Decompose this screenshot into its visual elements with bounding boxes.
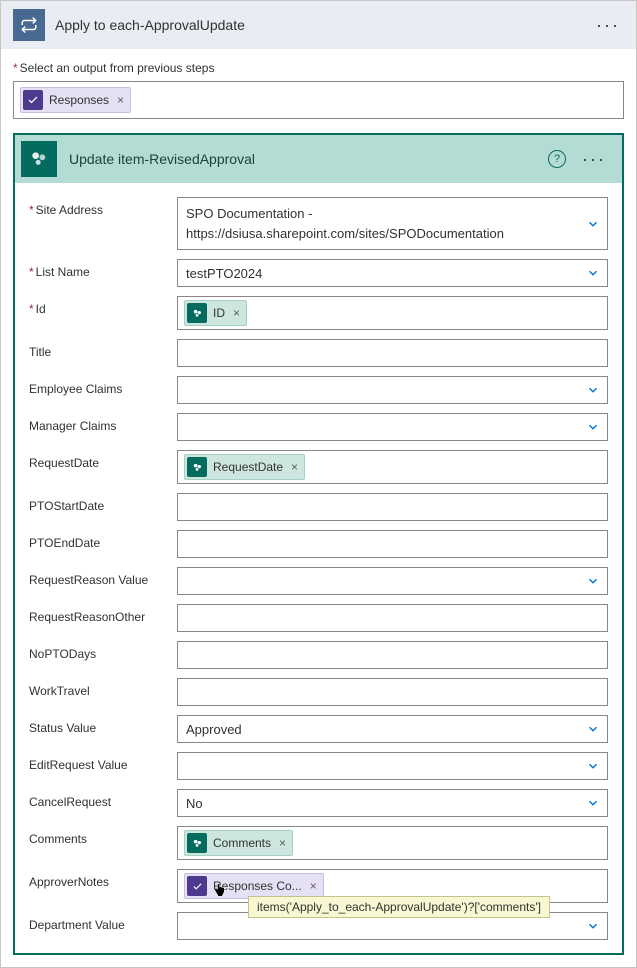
pto-start-date-row: PTOStartDate — [29, 493, 608, 521]
inner-action-body: *Site Address SPO Documentation - https:… — [15, 183, 622, 953]
outer-action-body: *Select an output from previous steps Re… — [1, 49, 636, 967]
expression-tooltip: items('Apply_to_each-ApprovalUpdate')?['… — [248, 896, 550, 918]
sharepoint-token-icon — [187, 833, 207, 853]
request-reason-value-input[interactable] — [177, 567, 608, 595]
required-star-icon: * — [13, 61, 18, 75]
field-label: Department Value — [29, 912, 169, 932]
inner-more-menu-button[interactable]: ··· — [578, 149, 610, 170]
employee-claims-row: Employee Claims — [29, 376, 608, 404]
edit-request-value-input[interactable] — [177, 752, 608, 780]
request-date-row: RequestDate RequestDate × — [29, 450, 608, 484]
comments-row: Comments Comments × — [29, 826, 608, 860]
inner-action-header[interactable]: Update item-RevisedApproval ? ··· — [15, 135, 622, 183]
cursor-pointer-icon — [210, 882, 228, 900]
cancel-request-input[interactable]: No — [177, 789, 608, 817]
status-value-row: Status Value Approved — [29, 715, 608, 743]
help-icon[interactable]: ? — [548, 150, 566, 168]
no-pto-days-row: NoPTODays — [29, 641, 608, 669]
remove-token-button[interactable]: × — [308, 879, 319, 893]
token-label: RequestDate — [213, 460, 283, 474]
select-output-text: Select an output from previous steps — [20, 61, 215, 75]
field-label: Comments — [29, 826, 169, 846]
field-label: ApproverNotes — [29, 869, 169, 889]
pto-end-date-input[interactable] — [177, 530, 608, 558]
cancel-request-row: CancelRequest No — [29, 789, 608, 817]
request-reason-other-input[interactable] — [177, 604, 608, 632]
work-travel-input[interactable] — [177, 678, 608, 706]
remove-token-button[interactable]: × — [289, 460, 300, 474]
request-reason-other-row: RequestReasonOther — [29, 604, 608, 632]
sharepoint-token-icon — [187, 457, 207, 477]
request-date-input[interactable]: RequestDate × — [177, 450, 608, 484]
field-label: NoPTODays — [29, 641, 169, 661]
apply-to-each-action: Apply to each-ApprovalUpdate ··· *Select… — [0, 0, 637, 968]
approver-notes-row: ApproverNotes Responses Co... × — [29, 869, 608, 903]
token-label: Comments — [213, 836, 271, 850]
token-label: Responses — [49, 93, 109, 107]
title-row: Title — [29, 339, 608, 367]
title-input[interactable] — [177, 339, 608, 367]
outer-action-header[interactable]: Apply to each-ApprovalUpdate ··· — [1, 1, 636, 49]
id-input[interactable]: ID × — [177, 296, 608, 330]
request-date-token[interactable]: RequestDate × — [184, 454, 305, 480]
id-row: *Id ID × — [29, 296, 608, 330]
update-item-action: Update item-RevisedApproval ? ··· *Site … — [13, 133, 624, 955]
field-label: Status Value — [29, 715, 169, 735]
sharepoint-token-icon — [187, 303, 207, 323]
field-label: CancelRequest — [29, 789, 169, 809]
field-label: Employee Claims — [29, 376, 169, 396]
field-label: PTOStartDate — [29, 493, 169, 513]
comments-token[interactable]: Comments × — [184, 830, 293, 856]
id-token[interactable]: ID × — [184, 300, 247, 326]
site-address-line1: SPO Documentation - — [186, 204, 504, 224]
field-label: *Site Address — [29, 197, 169, 217]
manager-claims-row: Manager Claims — [29, 413, 608, 441]
remove-token-button[interactable]: × — [115, 93, 126, 107]
site-address-row: *Site Address SPO Documentation - https:… — [29, 197, 608, 250]
list-name-row: *List Name testPTO2024 — [29, 259, 608, 287]
responses-token[interactable]: Responses × — [20, 87, 131, 113]
approval-icon — [23, 90, 43, 110]
remove-token-button[interactable]: × — [277, 836, 288, 850]
loop-icon — [13, 9, 45, 41]
more-menu-button[interactable]: ··· — [592, 15, 624, 36]
select-output-label: *Select an output from previous steps — [13, 61, 624, 75]
site-address-line2: https://dsiusa.sharepoint.com/sites/SPOD… — [186, 224, 504, 244]
status-value-input[interactable]: Approved — [177, 715, 608, 743]
pto-start-date-input[interactable] — [177, 493, 608, 521]
approver-notes-input[interactable]: Responses Co... × items('Apply_to_each-A… — [177, 869, 608, 903]
field-label: WorkTravel — [29, 678, 169, 698]
work-travel-row: WorkTravel — [29, 678, 608, 706]
remove-token-button[interactable]: × — [231, 306, 242, 320]
list-name-input[interactable]: testPTO2024 — [177, 259, 608, 287]
field-label: *Id — [29, 296, 169, 316]
edit-request-value-row: EditRequest Value — [29, 752, 608, 780]
employee-claims-input[interactable] — [177, 376, 608, 404]
field-label: Title — [29, 339, 169, 359]
field-label: RequestDate — [29, 450, 169, 470]
site-address-input[interactable]: SPO Documentation - https://dsiusa.share… — [177, 197, 608, 250]
no-pto-days-input[interactable] — [177, 641, 608, 669]
select-output-input[interactable]: Responses × — [13, 81, 624, 119]
pto-end-date-row: PTOEndDate — [29, 530, 608, 558]
manager-claims-input[interactable] — [177, 413, 608, 441]
field-label: Manager Claims — [29, 413, 169, 433]
token-label: ID — [213, 306, 225, 320]
comments-input[interactable]: Comments × — [177, 826, 608, 860]
field-label: PTOEndDate — [29, 530, 169, 550]
inner-action-title: Update item-RevisedApproval — [69, 151, 536, 167]
field-label: RequestReason Value — [29, 567, 169, 587]
sharepoint-icon — [21, 141, 57, 177]
field-label: RequestReasonOther — [29, 604, 169, 624]
field-label: *List Name — [29, 259, 169, 279]
field-label: EditRequest Value — [29, 752, 169, 772]
request-reason-value-row: RequestReason Value — [29, 567, 608, 595]
outer-action-title: Apply to each-ApprovalUpdate — [55, 17, 582, 33]
approval-token-icon — [187, 876, 207, 896]
